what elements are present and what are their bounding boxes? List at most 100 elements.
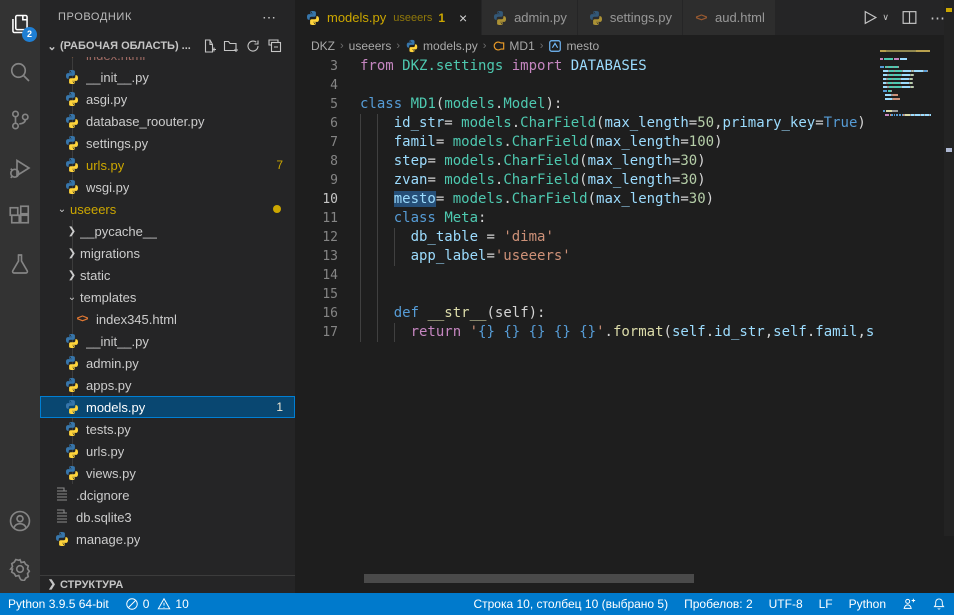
code-line-5[interactable]: 5class MD1(models.Model):	[295, 95, 880, 114]
tab-bar: models.pyuseeers1× admin.py settings.py <> a…	[295, 0, 954, 35]
problems-status[interactable]: 010	[117, 593, 197, 615]
feedback[interactable]	[894, 593, 924, 615]
testing-icon[interactable]	[0, 240, 40, 288]
tree-file-index-html[interactable]: <>index.html	[40, 57, 295, 66]
tab-aud-html[interactable]: <> aud.html	[683, 0, 776, 35]
tree-file-settings-py[interactable]: settings.py	[40, 132, 295, 154]
code-line-7[interactable]: 7 famil= models.CharField(max_length=100…	[295, 133, 880, 152]
collapse-all-icon[interactable]	[267, 38, 283, 54]
run-dropdown-chevron-icon[interactable]: ∨	[882, 12, 889, 23]
line-number: 7	[295, 133, 338, 152]
line-number: 5	[295, 95, 338, 114]
tree-file-tests-py[interactable]: tests.py	[40, 418, 295, 440]
tree-file-admin-py[interactable]: admin.py	[40, 352, 295, 374]
tree-folder--pycache-[interactable]: ❯__pycache__	[40, 220, 295, 242]
code-line-13[interactable]: 13 app_label='useeers'	[295, 247, 880, 266]
notifications[interactable]	[924, 593, 954, 615]
tree-file--init-py[interactable]: __init__.py	[40, 66, 295, 88]
breadcrumb-item-dkz[interactable]: DKZ	[311, 39, 335, 53]
breadcrumb-item-useeers[interactable]: useeers	[349, 39, 392, 53]
new-file-icon[interactable]	[201, 38, 217, 54]
split-editor-icon[interactable]	[901, 9, 918, 26]
python-file-icon	[64, 377, 80, 393]
tree-file--init-py[interactable]: __init__.py	[40, 330, 295, 352]
python-file-icon	[64, 157, 80, 173]
language-mode[interactable]: Python	[841, 593, 894, 615]
cursor-position[interactable]: Строка 10, столбец 10 (выбрано 5)	[465, 593, 676, 615]
tab-admin-py[interactable]: admin.py	[482, 0, 578, 35]
explorer-sidebar: ПРОВОДНИК ⋯ ⌄ (РАБОЧАЯ ОБЛАСТЬ) ... <>in…	[40, 0, 295, 593]
tree-file-apps-py[interactable]: apps.py	[40, 374, 295, 396]
search-icon[interactable]	[0, 48, 40, 96]
code-line-16[interactable]: 16 def __str__(self):	[295, 304, 880, 323]
code-editor[interactable]: 3from DKZ.settings import DATABASES45cla…	[295, 57, 880, 574]
eol[interactable]: LF	[811, 593, 841, 615]
breadcrumb-item-md1[interactable]: MD1	[491, 39, 534, 53]
python-file-icon	[492, 10, 508, 26]
code-line-14[interactable]: 14	[295, 266, 880, 285]
tree-file-wsgi-py[interactable]: wsgi.py	[40, 176, 295, 198]
minimap[interactable]	[880, 50, 944, 350]
tree-folder-migrations[interactable]: ❯migrations	[40, 242, 295, 264]
run-debug-icon[interactable]	[0, 144, 40, 192]
account-icon[interactable]	[0, 497, 40, 545]
tree-file-views-py[interactable]: views.py	[40, 462, 295, 484]
outline-section-header[interactable]: ❯ СТРУКТУРА	[40, 575, 295, 593]
code-line-10[interactable]: 10 mesto= models.CharField(max_length=30…	[295, 190, 880, 209]
tree-file-asgi-py[interactable]: asgi.py	[40, 88, 295, 110]
tab-models-py[interactable]: models.pyuseeers1×	[295, 0, 482, 35]
close-icon[interactable]: ×	[455, 10, 471, 26]
tab-label: admin.py	[514, 10, 567, 25]
extensions-icon[interactable]	[0, 192, 40, 240]
tree-file-urls-py[interactable]: urls.py7	[40, 154, 295, 176]
code-line-15[interactable]: 15	[295, 285, 880, 304]
tree-file-db-sqlite3[interactable]: db.sqlite3	[40, 506, 295, 528]
new-folder-icon[interactable]	[223, 38, 239, 54]
sidebar-more-icon[interactable]: ⋯	[262, 0, 277, 35]
refresh-icon[interactable]	[245, 38, 261, 54]
code-line-11[interactable]: 11 class Meta:	[295, 209, 880, 228]
indentation-label: Пробелов: 2	[684, 597, 753, 611]
code-line-3[interactable]: 3from DKZ.settings import DATABASES	[295, 57, 880, 76]
overview-ruler[interactable]	[944, 0, 954, 536]
warning-count: 10	[175, 597, 188, 611]
tree-item-label: models.py	[86, 400, 145, 415]
breadcrumb-item-mesto[interactable]: mesto	[548, 39, 599, 53]
run-icon[interactable]	[861, 9, 878, 26]
python-file-icon	[64, 91, 80, 107]
code-line-17[interactable]: 17 return '{} {} {} {} {}'.format(self.i…	[295, 323, 880, 342]
line-number: 14	[295, 266, 338, 285]
horizontal-scrollbar[interactable]	[364, 574, 694, 583]
tree-file-urls-py[interactable]: urls.py	[40, 440, 295, 462]
code-line-9[interactable]: 9 zvan= models.CharField(max_length=30)	[295, 171, 880, 190]
tree-file--dcignore[interactable]: .dcignore	[40, 484, 295, 506]
tree-file-database-roouter-py[interactable]: database_roouter.py	[40, 110, 295, 132]
workspace-section-header[interactable]: ⌄ (РАБОЧАЯ ОБЛАСТЬ) ...	[40, 35, 295, 57]
tree-item-label: urls.py	[86, 158, 124, 173]
tab-settings-py[interactable]: settings.py	[578, 0, 683, 35]
line-number: 11	[295, 209, 338, 228]
indentation[interactable]: Пробелов: 2	[676, 593, 761, 615]
source-control-icon[interactable]	[0, 96, 40, 144]
code-line-12[interactable]: 12 db_table = 'dima'	[295, 228, 880, 247]
tree-folder-templates[interactable]: ⌄templates	[40, 286, 295, 308]
tree-file-models-py[interactable]: models.py1	[40, 396, 295, 418]
explorer-icon[interactable]: 2	[0, 0, 40, 48]
html-file-icon: <>	[693, 10, 709, 26]
code-line-4[interactable]: 4	[295, 76, 880, 95]
tree-folder-static[interactable]: ❯static	[40, 264, 295, 286]
line-number: 15	[295, 285, 338, 304]
tree-folder-useeers[interactable]: ⌄useeers	[40, 198, 295, 220]
tree-file-index345-html[interactable]: <>index345.html	[40, 308, 295, 330]
encoding[interactable]: UTF-8	[761, 593, 811, 615]
code-line-6[interactable]: 6 id_str= models.CharField(max_length=50…	[295, 114, 880, 133]
settings-gear-icon[interactable]	[0, 545, 40, 593]
python-interpreter[interactable]: Python 3.9.5 64-bit	[0, 593, 117, 615]
line-number: 3	[295, 57, 338, 76]
code-line-8[interactable]: 8 step= models.CharField(max_length=30)	[295, 152, 880, 171]
tree-item-label: settings.py	[86, 136, 148, 151]
breadcrumb-item-models-py[interactable]: models.py	[405, 39, 478, 53]
sidebar-title: ПРОВОДНИК	[58, 0, 132, 35]
tree-file-manage-py[interactable]: manage.py	[40, 528, 295, 550]
tab-label: aud.html	[715, 10, 765, 25]
